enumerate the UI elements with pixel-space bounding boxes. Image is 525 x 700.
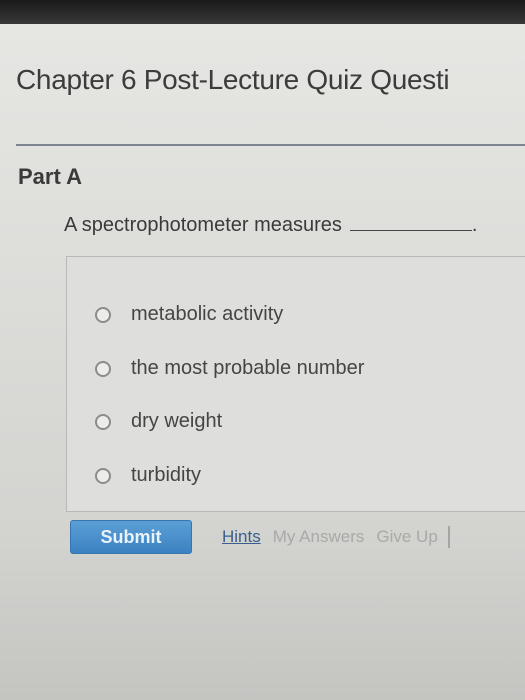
part-label: Part A (18, 164, 82, 189)
option-label: dry weight (131, 410, 223, 432)
radio-button[interactable] (95, 413, 111, 430)
question-stem: A spectrophotometer measures (64, 214, 342, 236)
option-turbidity[interactable]: turbidity (95, 464, 201, 487)
action-divider (447, 526, 450, 548)
option-metabolic-activity[interactable]: metabolic activity (95, 303, 283, 326)
option-label: metabolic activity (131, 303, 284, 325)
page-title: Chapter 6 Post-Lecture Quiz Questi (16, 64, 450, 95)
question-text: A spectrophotometer measures. (64, 214, 477, 237)
answer-blank (349, 229, 472, 231)
quiz-page: Chapter 6 Post-Lecture Quiz Questi Part … (0, 24, 525, 700)
submit-button[interactable]: Submit (70, 520, 192, 554)
radio-button[interactable] (95, 360, 111, 377)
hints-link[interactable]: Hints (222, 527, 261, 547)
question-suffix: . (471, 214, 478, 236)
option-label: turbidity (131, 464, 202, 486)
action-bar: Submit Hints My Answers Give Up (70, 520, 525, 554)
window-top-bar (0, 0, 525, 26)
radio-button[interactable] (95, 306, 111, 323)
answer-choices-box: metabolic activity the most probable num… (66, 256, 525, 512)
option-label: the most probable number (131, 357, 365, 379)
option-dry-weight[interactable]: dry weight (95, 410, 222, 433)
option-most-probable-number[interactable]: the most probable number (95, 357, 364, 380)
give-up-link[interactable]: Give Up (376, 527, 437, 547)
title-divider (16, 144, 525, 146)
radio-button[interactable] (95, 467, 111, 484)
my-answers-link[interactable]: My Answers (273, 527, 365, 547)
